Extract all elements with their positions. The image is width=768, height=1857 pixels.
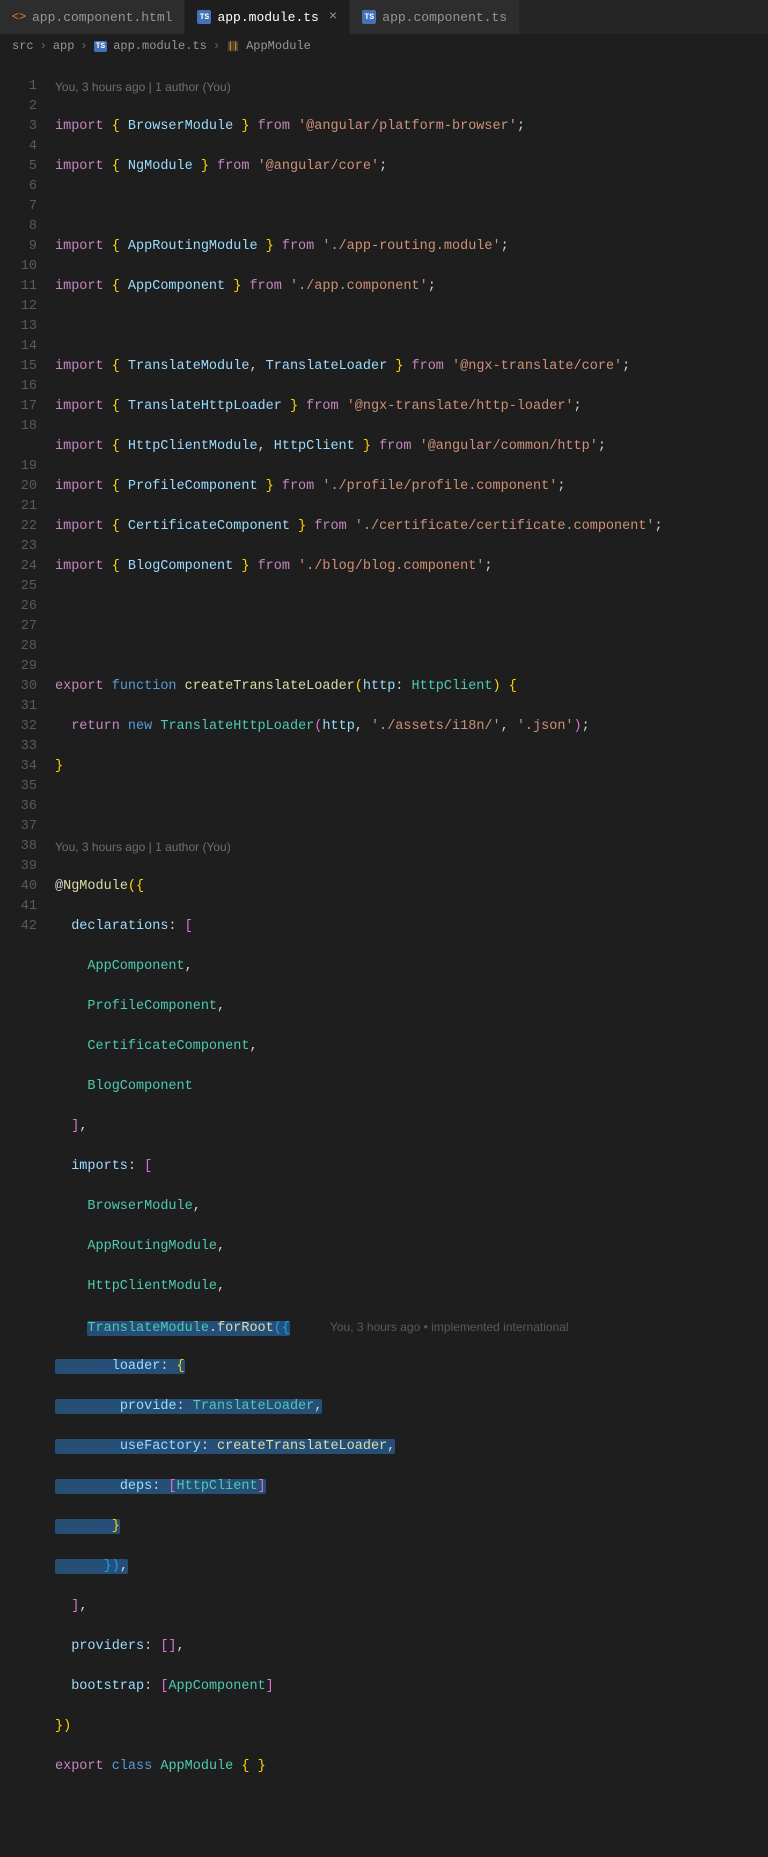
tab-label: app.module.ts [217,10,318,25]
tab-app-module-ts[interactable]: TS app.module.ts × [185,0,350,34]
crumb-symbol[interactable]: AppModule [246,39,311,53]
ts-icon: TS [362,10,376,24]
crumb-file[interactable]: app.module.ts [113,39,207,53]
module-icon [226,39,240,53]
breadcrumb: src › app › TS app.module.ts › AppModule [0,35,768,57]
chevron-right-icon: › [40,39,47,53]
chevron-right-icon: › [80,39,87,53]
html-icon: <> [12,10,26,24]
ts-icon: TS [197,10,211,24]
git-lens-inline: You, 3 hours ago • implemented internati… [330,1320,569,1334]
chevron-right-icon: › [213,39,220,53]
crumb-src[interactable]: src [12,39,34,53]
code-editor[interactable]: 1 2 3 4 5 6 7 8 9 10 11 12 13 14 15 16 1… [0,57,768,936]
close-icon[interactable]: × [329,9,337,25]
tab-label: app.component.html [32,10,172,25]
line-number-gutter: 1 2 3 4 5 6 7 8 9 10 11 12 13 14 15 16 1… [0,57,55,936]
ts-icon: TS [94,41,108,52]
tab-label: app.component.ts [382,10,507,25]
editor-tabs: <> app.component.html TS app.module.ts ×… [0,0,768,35]
tab-app-component-ts[interactable]: TS app.component.ts [350,0,520,34]
tab-app-component-html[interactable]: <> app.component.html [0,0,185,34]
crumb-app[interactable]: app [53,39,75,53]
git-lens[interactable]: You, 3 hours ago | 1 author (You) [55,77,768,97]
git-lens[interactable]: You, 3 hours ago | 1 author (You) [55,837,768,857]
code-content[interactable]: You, 3 hours ago | 1 author (You) import… [55,57,768,936]
